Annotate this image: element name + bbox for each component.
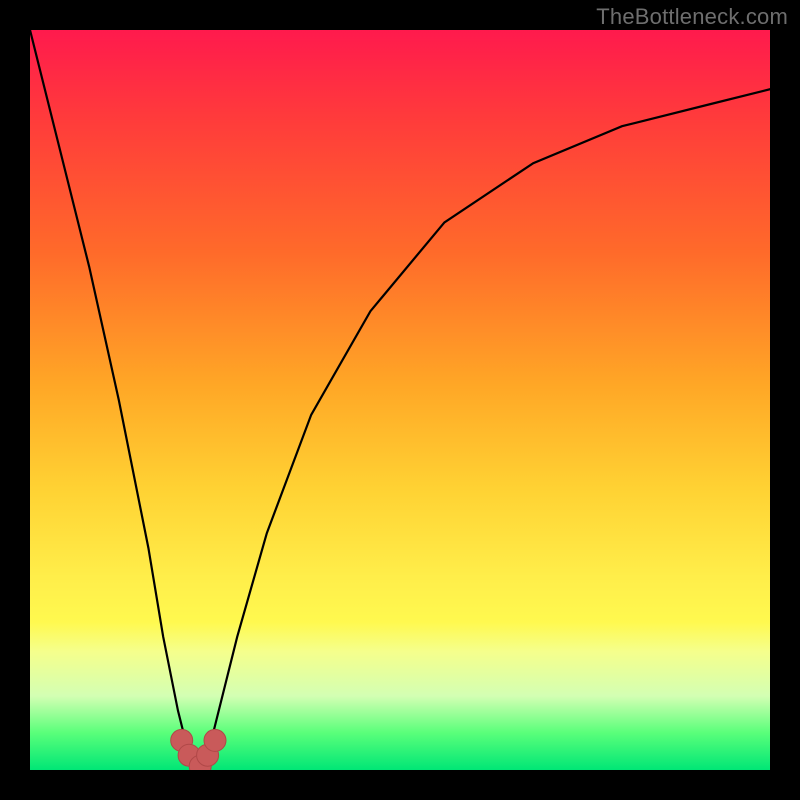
curve-marker xyxy=(204,729,226,751)
outer-frame: TheBottleneck.com xyxy=(0,0,800,800)
watermark-text: TheBottleneck.com xyxy=(596,4,788,30)
bottleneck-curve-svg xyxy=(30,30,770,770)
curve-markers xyxy=(171,729,226,770)
bottleneck-curve xyxy=(30,30,770,766)
plot-area xyxy=(30,30,770,770)
